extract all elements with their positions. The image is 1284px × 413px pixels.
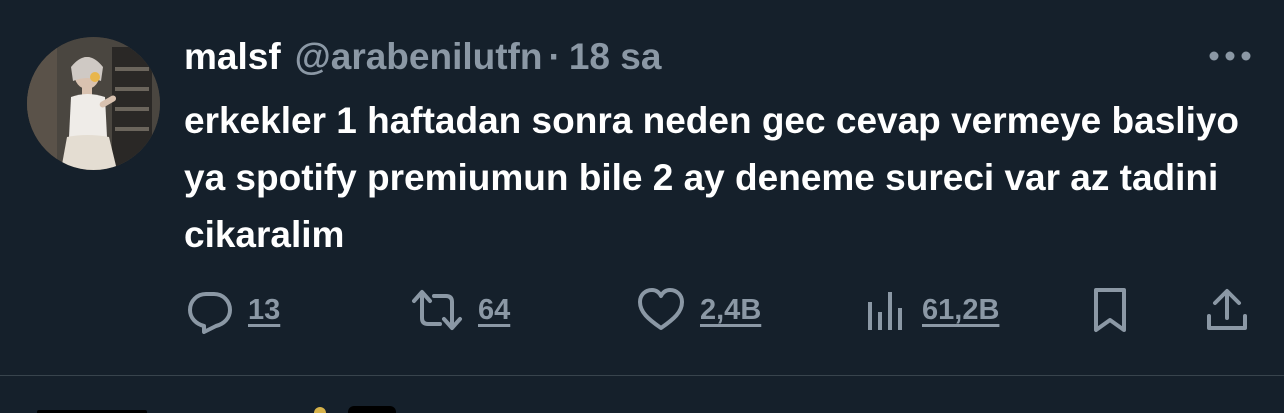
share-button[interactable] [1204, 282, 1250, 338]
tweet-actions: 13 64 2,4B 61,2B [0, 282, 1284, 338]
like-count: 2,4B [700, 293, 762, 326]
next-tweet-emoji-edge [314, 407, 326, 413]
more-options-button[interactable] [1206, 44, 1254, 68]
next-tweet-media-edge [348, 406, 396, 413]
bookmark-button[interactable] [1090, 282, 1130, 338]
reply-count: 13 [248, 293, 281, 326]
retweet-button[interactable]: 64 [410, 282, 510, 338]
analytics-icon [864, 286, 908, 334]
views-button[interactable]: 61,2B [864, 282, 999, 338]
heart-icon [636, 286, 686, 334]
author-handle[interactable]: @arabenilutfn [295, 36, 543, 78]
reply-button[interactable]: 13 [186, 282, 280, 338]
views-count: 61,2B [922, 293, 1000, 326]
header-separator: · [548, 36, 561, 77]
share-icon [1204, 286, 1250, 334]
retweet-count: 64 [478, 293, 511, 326]
author-display-name[interactable]: malsf [184, 36, 281, 78]
tweet-timestamp[interactable]: 18 sa [569, 36, 662, 78]
reply-icon [186, 286, 234, 334]
retweet-icon [410, 286, 464, 334]
tweet-header: malsf @arabenilutfn · 18 sa [184, 36, 661, 84]
tweet[interactable]: malsf @arabenilutfn · 18 sa erkekler 1 h… [0, 0, 1284, 375]
tweet-text: erkekler 1 haftadan sonra neden gec ceva… [184, 100, 1240, 255]
avatar[interactable] [27, 37, 160, 170]
next-tweet-peek[interactable] [0, 376, 1284, 413]
avatar-image [27, 37, 160, 170]
more-horizontal-icon [1209, 51, 1251, 61]
like-button[interactable]: 2,4B [636, 282, 761, 338]
bookmark-icon [1090, 286, 1130, 334]
